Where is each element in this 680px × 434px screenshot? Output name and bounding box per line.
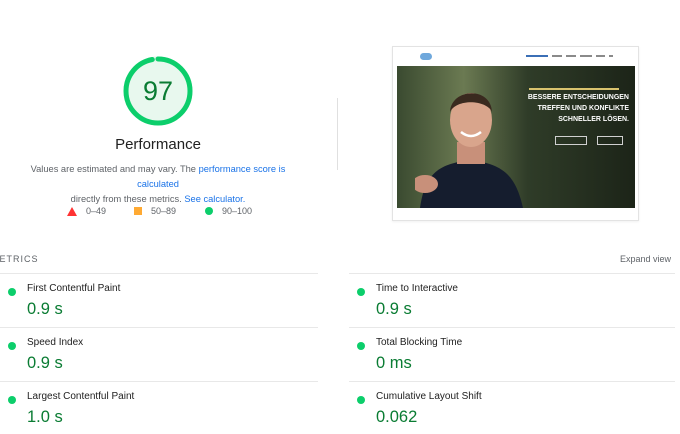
metric-first-contentful-paint: First Contentful Paint 0.9 s [0, 273, 318, 327]
site-logo-icon [420, 53, 432, 60]
description-text-2: directly from these metrics. [70, 194, 185, 204]
pass-circle-icon [357, 288, 365, 296]
legend-pass: 90–100 [205, 204, 252, 218]
hero-headline: BESSERE ENTSCHEIDUNGEN TREFFEN UND KONFL… [513, 92, 629, 125]
legend-pass-label: 90–100 [222, 206, 253, 216]
metrics-header: METRICS [0, 254, 39, 264]
metric-value: 0.062 [376, 408, 418, 426]
hero-button-2 [597, 136, 623, 145]
metric-largest-contentful-paint: Largest Contentful Paint 1.0 s [0, 381, 318, 434]
screenshot-hero-image: BESSERE ENTSCHEIDUNGEN TREFFEN UND KONFL… [397, 66, 635, 208]
metric-label: Total Blocking Time [376, 337, 463, 348]
hero-line-1: BESSERE ENTSCHEIDUNGEN [527, 94, 629, 101]
description-text-1: Values are estimated and may vary. The [30, 164, 199, 174]
screenshot-site-header [393, 47, 638, 66]
see-calculator-link[interactable]: See calculator. [184, 194, 245, 204]
metric-label: Speed Index [27, 337, 84, 348]
legend-average: 50–89 [134, 204, 176, 218]
vertical-divider [337, 98, 338, 170]
legend-fail-label: 0–49 [86, 206, 107, 216]
square-icon [134, 207, 142, 215]
hero-kicker-line [529, 88, 619, 90]
metric-speed-index: Speed Index 0.9 s [0, 327, 318, 381]
circle-icon [205, 207, 213, 215]
performance-description: Values are estimated and may vary. The p… [12, 162, 304, 207]
metric-value: 0 ms [376, 354, 412, 372]
pass-circle-icon [8, 288, 16, 296]
hero-button-1 [555, 136, 587, 145]
performance-title: Performance [115, 136, 201, 153]
hero-line-2: TREFFEN UND KONFLIKTE [537, 105, 629, 112]
pass-circle-icon [357, 396, 365, 404]
triangle-icon [67, 206, 77, 216]
metric-cumulative-layout-shift: Cumulative Layout Shift 0.062 [349, 381, 675, 434]
metric-label: Cumulative Layout Shift [376, 391, 482, 402]
performance-gauge: 97 [122, 55, 194, 127]
metric-label: Largest Contentful Paint [27, 391, 135, 402]
pass-circle-icon [8, 342, 16, 350]
pass-circle-icon [357, 342, 365, 350]
legend-fail: 0–49 [67, 204, 106, 218]
metric-label: Time to Interactive [376, 283, 458, 294]
person-photo-icon [415, 93, 523, 208]
performance-score: 97 [142, 76, 174, 106]
metric-total-blocking-time: Total Blocking Time 0 ms [349, 327, 675, 381]
metric-value: 1.0 s [27, 408, 63, 426]
metric-value: 0.9 s [27, 354, 63, 372]
hero-line-3: SCHNELLER LÖSEN. [558, 116, 629, 123]
metric-label: First Contentful Paint [27, 283, 121, 294]
site-menu [526, 55, 613, 57]
metric-value: 0.9 s [376, 300, 412, 318]
final-screenshot[interactable]: BESSERE ENTSCHEIDUNGEN TREFFEN UND KONFL… [392, 46, 639, 221]
expand-view-toggle[interactable]: Expand view [620, 254, 671, 264]
pass-circle-icon [8, 396, 16, 404]
metric-time-to-interactive: Time to Interactive 0.9 s [349, 273, 675, 327]
legend-average-label: 50–89 [151, 206, 177, 216]
metric-value: 0.9 s [27, 300, 63, 318]
